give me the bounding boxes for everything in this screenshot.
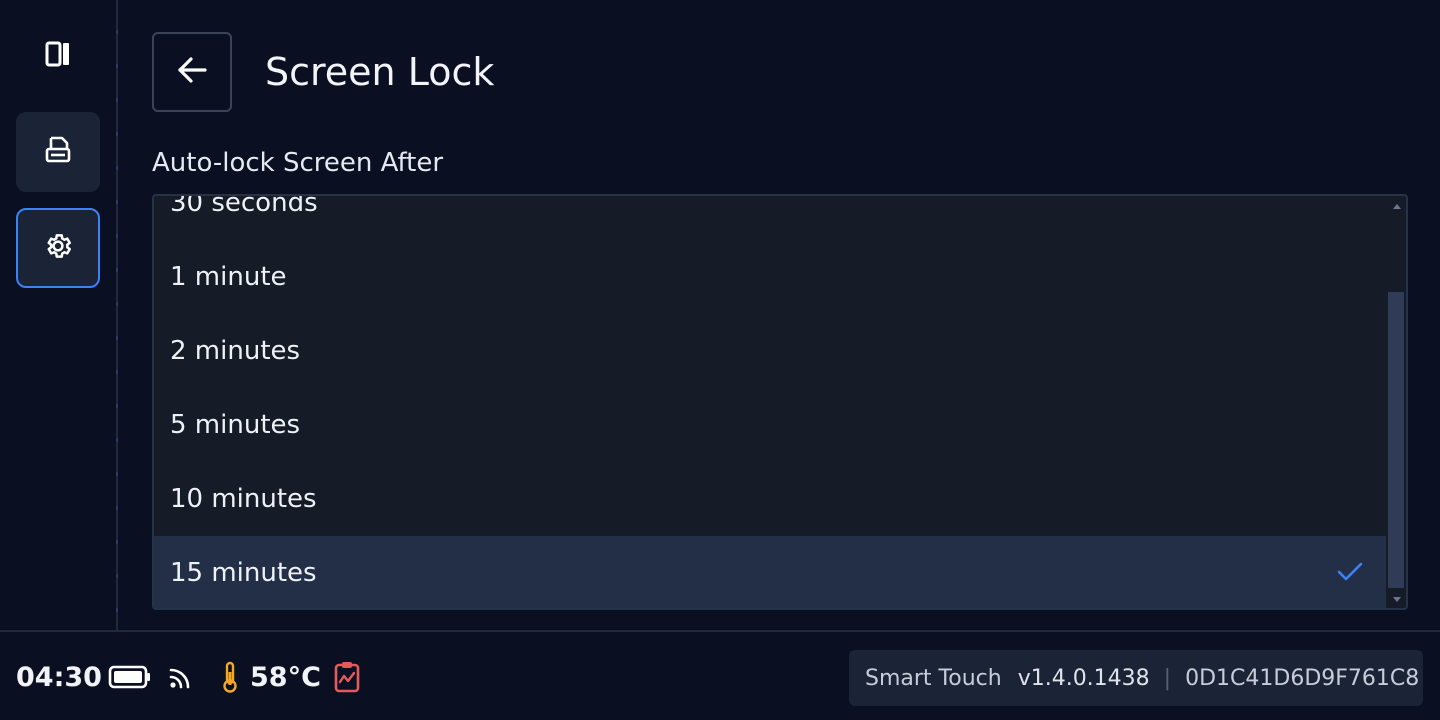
status-bar: 04:30 58°C Smart Touch v1.4.0.1438 | 0D1… xyxy=(0,630,1440,720)
option-label: 5 minutes xyxy=(170,410,301,440)
main-content: Screen Lock Auto-lock Screen After 30 se… xyxy=(120,0,1440,630)
wifi-icon xyxy=(168,666,194,694)
clock: 04:30 xyxy=(16,662,102,693)
option-10-minutes[interactable]: 10 minutes xyxy=(154,462,1386,536)
scrollbar-thumb[interactable] xyxy=(1388,292,1404,588)
option-label: 15 minutes xyxy=(170,558,317,588)
version-label: v1.4.0.1438 xyxy=(1017,665,1150,691)
sidebar-item-settings[interactable] xyxy=(16,208,100,288)
checkmark-icon xyxy=(1336,560,1364,590)
option-2-minutes[interactable]: 2 minutes xyxy=(154,314,1386,388)
separator: | xyxy=(1163,665,1172,691)
sidebar-divider xyxy=(116,0,118,630)
clipboard-chart-icon[interactable] xyxy=(333,660,361,698)
sidebar-item-documents[interactable] xyxy=(16,112,100,192)
option-1-minute[interactable]: 1 minute xyxy=(154,240,1386,314)
panel-toggle-icon xyxy=(45,41,71,71)
auto-lock-dropdown[interactable]: 30 seconds 1 minute 2 minutes 5 minutes … xyxy=(152,194,1408,610)
sidebar-item-panel[interactable] xyxy=(16,16,100,96)
gear-icon xyxy=(43,231,73,265)
option-label: 30 seconds xyxy=(170,194,318,218)
option-label: 2 minutes xyxy=(170,336,301,366)
arrow-left-icon xyxy=(175,55,209,89)
dropdown-scrollbar[interactable] xyxy=(1386,196,1406,608)
option-label: 10 minutes xyxy=(170,484,317,514)
serial-number: 0D1C41D6D9F761C8 xyxy=(1185,665,1420,691)
thermometer-icon xyxy=(220,660,240,698)
battery-icon xyxy=(108,664,152,694)
back-button[interactable] xyxy=(152,32,232,112)
product-name: Smart Touch xyxy=(865,665,1002,691)
device-info: Smart Touch v1.4.0.1438 | 0D1C41D6D9F761… xyxy=(849,650,1423,706)
option-5-minutes[interactable]: 5 minutes xyxy=(154,388,1386,462)
page-title: Screen Lock xyxy=(265,50,495,94)
document-icon xyxy=(43,135,73,169)
option-label: 1 minute xyxy=(170,262,287,292)
sidebar xyxy=(0,0,118,630)
option-15-minutes[interactable]: 15 minutes xyxy=(154,536,1386,608)
option-30-seconds[interactable]: 30 seconds xyxy=(154,194,1386,240)
temperature-readout: 58°C xyxy=(250,662,321,693)
auto-lock-label: Auto-lock Screen After xyxy=(152,148,444,178)
scroll-up-arrow-icon[interactable] xyxy=(1393,204,1401,209)
scroll-down-arrow-icon[interactable] xyxy=(1393,597,1401,602)
